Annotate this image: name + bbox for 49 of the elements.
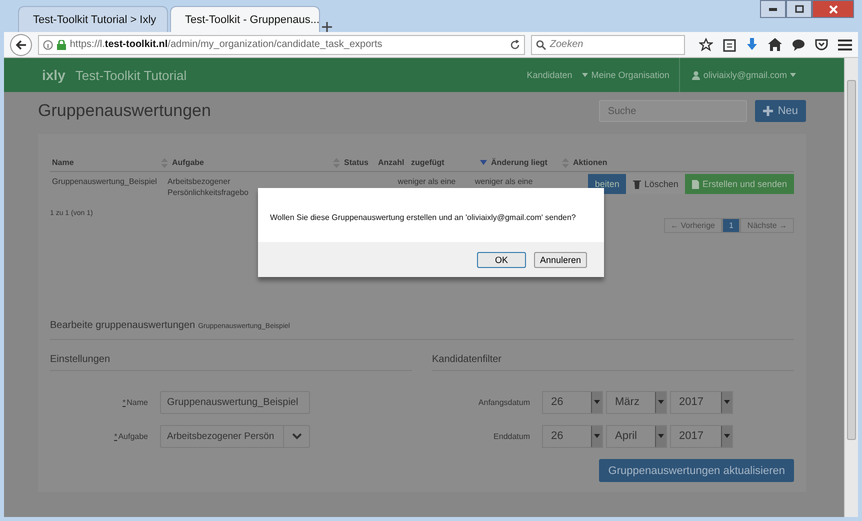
browser-tab[interactable]: Test-Toolkit - Gruppenaus...: [170, 6, 320, 32]
date-select[interactable]: 26: [542, 390, 603, 414]
column-header[interactable]: Anzahl: [376, 154, 409, 171]
date-select[interactable]: 2017: [670, 424, 733, 448]
table-cell-text: weniger als eine: [398, 176, 457, 187]
browser-tab[interactable]: Test-Toolkit Tutorial > Ixly: [18, 6, 168, 32]
tab-title: Test-Toolkit Tutorial > Ixly: [33, 14, 156, 26]
field-label: Enddatum: [492, 432, 531, 440]
nav-link[interactable]: Kandidaten: [526, 70, 572, 80]
page-title: Gruppenauswertungen: [38, 101, 212, 121]
nav-link[interactable]: Meine Organisation: [582, 70, 670, 80]
column-header[interactable]: zugefügt: [409, 154, 489, 171]
table-cell-text: weniger als eine: [474, 176, 534, 187]
column-header[interactable]: Änderung liegt: [489, 154, 571, 171]
date-select[interactable]: 26: [542, 424, 603, 448]
dialog-message: Wollen Sie diese Gruppenauswertung erstellen und an 'oliviaixly@gmail.com' senden?: [270, 213, 576, 222]
section-heading: Kandidatenfilter: [432, 354, 794, 371]
update-button[interactable]: Gruppenauswertungen aktualisieren: [599, 459, 794, 482]
action-button[interactable]: Erstellen und senden: [685, 174, 794, 194]
brand-logo[interactable]: ixly: [42, 67, 66, 83]
search-field[interactable]: Suche: [598, 100, 747, 122]
field-label: Anfangsdatum: [477, 398, 531, 406]
address-bar[interactable]: https://l.test-toolkit.nl/admin/my_organization/candidate_task_exports: [38, 34, 525, 54]
column-header[interactable]: Status: [342, 154, 376, 171]
field-label: *Aufgabe: [113, 432, 149, 440]
section-title: Bearbeite gruppenauswertungen: [50, 320, 196, 331]
url-text: https://l.test-toolkit.nl/admin/my_organization/candidate_task_exports: [70, 39, 384, 50]
column-header[interactable]: Aktionen: [571, 154, 771, 171]
column-header[interactable]: Name: [50, 154, 170, 171]
new-button[interactable]: Neu: [754, 100, 806, 122]
date-select[interactable]: März: [606, 390, 667, 414]
column-header[interactable]: Aufgabe: [170, 154, 342, 171]
select-field[interactable]: Arbeitsbezogener Persön: [160, 424, 310, 448]
next-link[interactable]: Nächste →: [740, 218, 794, 233]
search-field[interactable]: Zoeken: [530, 34, 685, 54]
previous-link[interactable]: ← Vorherige: [664, 218, 722, 233]
app-title: Test-Toolkit Tutorial: [75, 68, 188, 82]
field-label: *Name: [122, 398, 149, 406]
table-cell-text: Gruppenauswertung_Beispiel: [52, 176, 158, 187]
dialog-button[interactable]: OK: [476, 252, 526, 268]
date-select[interactable]: 2017: [670, 390, 733, 414]
section-heading: Einstellungen: [50, 354, 412, 371]
input-field[interactable]: Gruppenauswertung_Beispiel: [160, 390, 310, 414]
search-placeholder: Zoeken: [550, 39, 584, 50]
table-cell-text: Arbeitsbezogener Persönlichkeitsfragebo: [168, 176, 250, 198]
page-link[interactable]: 1: [722, 218, 740, 233]
date-select[interactable]: April: [606, 424, 667, 448]
tab-title: Test-Toolkit - Gruppenaus...: [185, 14, 320, 26]
dialog-button[interactable]: Annuleren: [534, 252, 587, 268]
